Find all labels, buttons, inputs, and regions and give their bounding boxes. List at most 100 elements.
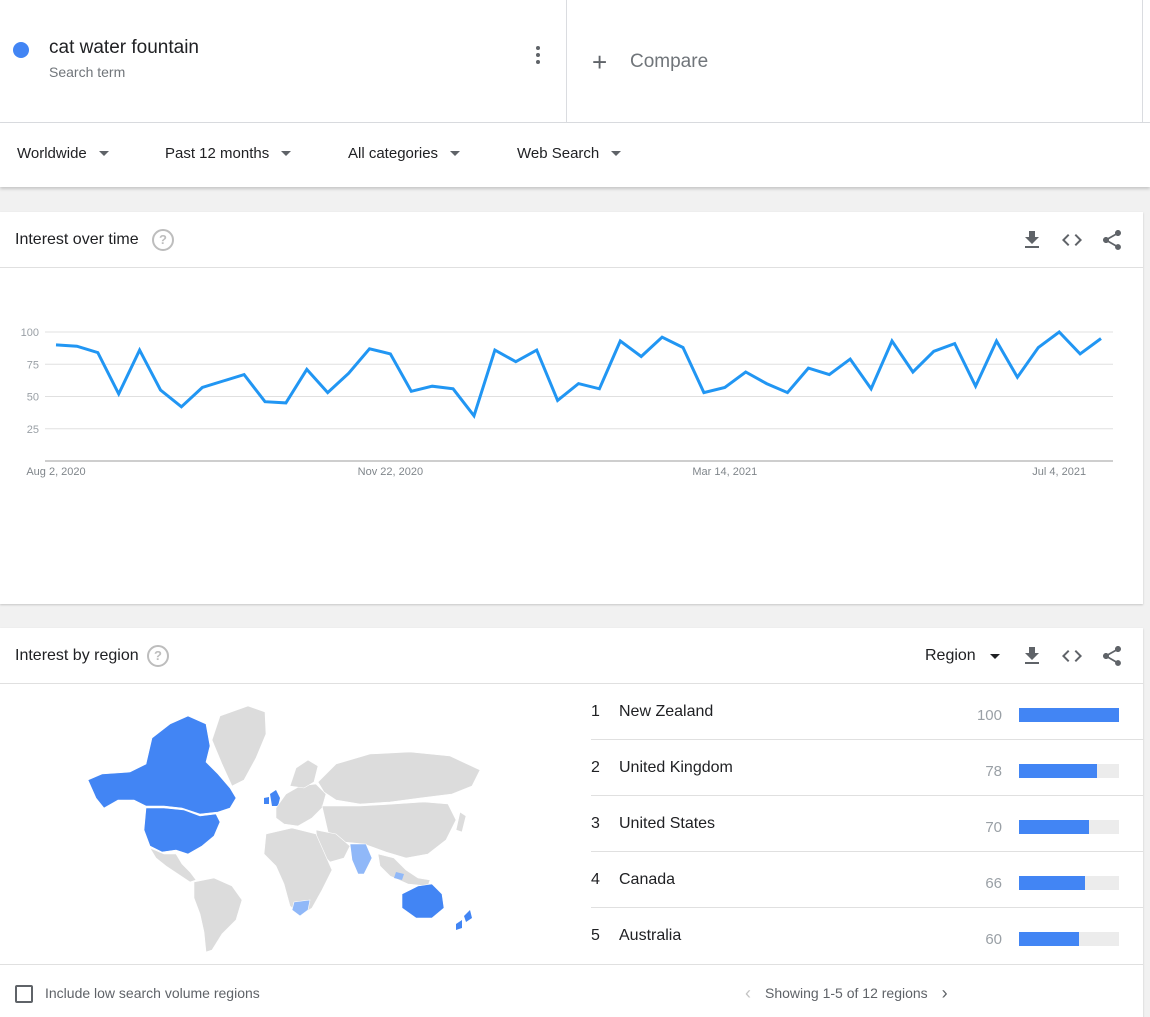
data-point[interactable]	[722, 384, 728, 390]
data-point[interactable]	[220, 378, 226, 384]
region-row[interactable]: 1 New Zealand 100	[591, 684, 1143, 740]
data-point[interactable]	[53, 342, 59, 348]
data-point[interactable]	[95, 350, 101, 356]
data-point[interactable]	[304, 366, 310, 372]
data-point[interactable]	[826, 372, 832, 378]
map-uk	[270, 790, 280, 806]
data-point[interactable]	[241, 372, 247, 378]
low-volume-checkbox[interactable]	[15, 985, 33, 1003]
data-point[interactable]	[199, 384, 205, 390]
region-rank: 3	[591, 815, 600, 832]
help-icon[interactable]: ?	[152, 229, 174, 251]
data-point[interactable]	[534, 347, 540, 353]
region-bar	[1019, 708, 1119, 722]
chevron-right-icon[interactable]: ›	[942, 984, 948, 1002]
compare-label: Compare	[630, 51, 709, 72]
region-row[interactable]: 5 Australia 60	[591, 908, 1143, 964]
data-point[interactable]	[158, 387, 164, 393]
data-point[interactable]	[910, 369, 916, 375]
data-point[interactable]	[1035, 344, 1041, 350]
data-point[interactable]	[764, 381, 770, 387]
time-range-filter[interactable]: Past 12 months	[165, 145, 292, 162]
more-options-icon[interactable]	[528, 46, 548, 70]
data-point[interactable]	[513, 359, 519, 365]
download-icon[interactable]	[1020, 228, 1044, 252]
embed-icon[interactable]	[1060, 228, 1084, 252]
resolution-label: Region	[925, 647, 976, 664]
search-type-filter[interactable]: Web Search	[517, 145, 622, 162]
data-point[interactable]	[137, 347, 143, 353]
data-point[interactable]	[1014, 374, 1020, 380]
data-point[interactable]	[262, 399, 268, 405]
data-point[interactable]	[74, 343, 80, 349]
region-name[interactable]: Canada	[619, 871, 675, 889]
data-point[interactable]	[387, 351, 393, 357]
data-point[interactable]	[408, 388, 414, 394]
data-point[interactable]	[1077, 351, 1083, 357]
search-term-title[interactable]: cat water fountain	[49, 37, 199, 59]
data-point[interactable]	[617, 338, 623, 344]
data-point[interactable]	[994, 338, 1000, 344]
region-row[interactable]: 3 United States 70	[591, 796, 1143, 852]
data-point[interactable]	[325, 390, 331, 396]
series-line[interactable]	[55, 330, 1102, 419]
data-point[interactable]	[931, 348, 937, 354]
data-point[interactable]	[659, 334, 665, 340]
region-row[interactable]: 4 Canada 66	[591, 852, 1143, 908]
share-icon[interactable]	[1100, 644, 1124, 668]
data-point[interactable]	[576, 381, 582, 387]
compare-button[interactable]: + Compare	[592, 48, 708, 76]
time-range-filter-label: Past 12 months	[165, 145, 270, 162]
resolution-dropdown[interactable]: Region	[925, 647, 1000, 665]
region-footer: Include low search volume regions ‹ Show…	[0, 964, 1143, 1017]
data-point[interactable]	[805, 365, 811, 371]
map-japan	[455, 811, 467, 833]
data-point[interactable]	[701, 390, 707, 396]
region-name[interactable]: United Kingdom	[619, 759, 733, 777]
data-point[interactable]	[471, 413, 477, 419]
region-bar	[1019, 820, 1089, 834]
data-point[interactable]	[178, 404, 184, 410]
data-point[interactable]	[743, 369, 749, 375]
data-point[interactable]	[889, 338, 895, 344]
search-type-filter-label: Web Search	[517, 145, 600, 162]
category-filter[interactable]: All categories	[348, 145, 461, 162]
data-point[interactable]	[680, 344, 686, 350]
region-value: 66	[985, 875, 1002, 892]
chevron-left-icon[interactable]: ‹	[745, 984, 751, 1002]
data-point[interactable]	[492, 347, 498, 353]
data-point[interactable]	[116, 391, 122, 397]
region-name[interactable]: Australia	[619, 927, 681, 945]
data-point[interactable]	[1098, 335, 1104, 341]
plus-icon: +	[592, 47, 608, 77]
world-map[interactable]	[60, 694, 490, 956]
data-point[interactable]	[346, 370, 352, 376]
y-tick-label: 25	[27, 424, 39, 436]
data-point[interactable]	[847, 356, 853, 362]
data-point[interactable]	[596, 386, 602, 392]
region-row[interactable]: 2 United Kingdom 78	[591, 740, 1143, 796]
data-point[interactable]	[973, 383, 979, 389]
search-term-card[interactable]: cat water fountain Search term	[0, 0, 567, 122]
data-point[interactable]	[785, 390, 791, 396]
region-name[interactable]: New Zealand	[619, 703, 713, 721]
interest-by-region-card: Interest by region ? Region 1 New Zealan…	[0, 628, 1143, 1017]
location-filter[interactable]: Worldwide	[17, 145, 109, 162]
map-south-africa	[291, 899, 311, 917]
data-point[interactable]	[429, 383, 435, 389]
data-point[interactable]	[367, 346, 373, 352]
region-name[interactable]: United States	[619, 815, 715, 833]
embed-icon[interactable]	[1060, 644, 1084, 668]
share-icon[interactable]	[1100, 228, 1124, 252]
region-bar	[1019, 764, 1097, 778]
help-icon[interactable]: ?	[147, 645, 169, 667]
data-point[interactable]	[868, 386, 874, 392]
data-point[interactable]	[952, 341, 958, 347]
data-point[interactable]	[638, 354, 644, 360]
data-point[interactable]	[283, 400, 289, 406]
data-point[interactable]	[450, 386, 456, 392]
low-volume-label[interactable]: Include low search volume regions	[45, 985, 260, 1001]
data-point[interactable]	[1056, 329, 1062, 335]
data-point[interactable]	[555, 397, 561, 403]
download-icon[interactable]	[1020, 644, 1044, 668]
